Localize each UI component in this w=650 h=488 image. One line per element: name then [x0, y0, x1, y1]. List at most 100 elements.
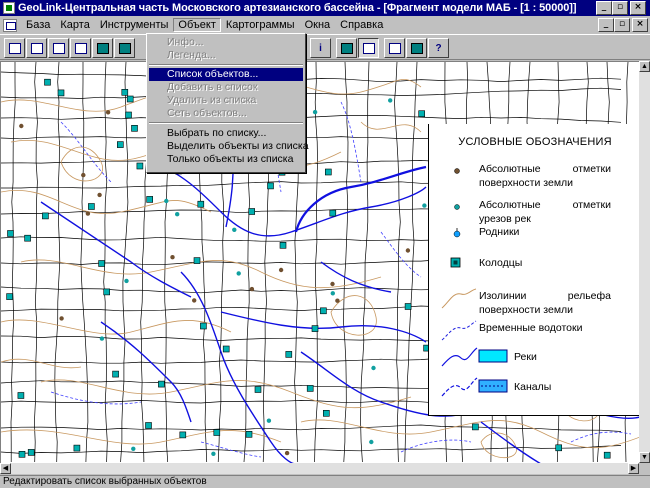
- elevation-point: [211, 451, 216, 456]
- scroll-corner: [639, 463, 650, 474]
- profile-tool-button[interactable]: [114, 38, 135, 58]
- printer-icon: [388, 42, 401, 54]
- map-canvas[interactable]: УСЛОВНЫЕ ОБОЗНАЧЕНИЯ Абсолютные отметки …: [0, 61, 639, 463]
- grid-line: [314, 62, 318, 463]
- grid-line: [404, 62, 418, 463]
- menu-base[interactable]: База: [21, 18, 55, 32]
- info-button[interactable]: i: [310, 38, 331, 58]
- legend-label-canals: Каналы: [514, 381, 552, 393]
- menu-item-only-list-objects[interactable]: Только объекты из списка: [149, 153, 303, 166]
- document-controls: _ ▫ ×: [598, 18, 648, 32]
- legend-label-contours: Изолинии рельефа поверхности земли: [479, 290, 611, 316]
- elevation-point: [232, 227, 237, 232]
- menu-cartograms[interactable]: Картограммы: [221, 18, 300, 32]
- scroll-left-button[interactable]: ◀: [0, 463, 11, 474]
- app-icon: [3, 2, 15, 14]
- well-marker: [285, 351, 293, 358]
- legend-label-springs: Родники: [479, 226, 520, 238]
- close-button[interactable]: ×: [630, 1, 646, 15]
- doc-close-button[interactable]: ×: [632, 18, 648, 32]
- elevation-point: [422, 203, 427, 208]
- select-button[interactable]: [336, 38, 357, 58]
- legend-label-rivers: Реки: [514, 351, 537, 363]
- menu-item-add-to-list: Добавить в список: [167, 81, 258, 93]
- object-menu-dropdown: Инфо... Легенда... Список объектов... До…: [146, 33, 309, 173]
- menu-item-object-list[interactable]: Список объектов...: [149, 68, 303, 81]
- scroll-up-button[interactable]: ▲: [639, 61, 650, 72]
- elevation-point: [97, 192, 102, 198]
- layers-icon: [30, 42, 43, 54]
- well-marker: [7, 230, 14, 237]
- scroll-right-button[interactable]: ▶: [628, 463, 639, 474]
- contour-line-icon: [441, 288, 477, 309]
- well-marker: [418, 110, 426, 118]
- menu-item-remove-from-list: Удалить из списка: [167, 94, 257, 106]
- well-marker: [329, 209, 337, 217]
- elevation-point: [81, 172, 86, 178]
- open-map-button[interactable]: [4, 38, 25, 58]
- minimize-button[interactable]: _: [596, 1, 612, 15]
- grid-line: [10, 62, 16, 462]
- well-marker: [145, 422, 152, 429]
- status-bar: Редактировать список выбранных объектов: [0, 475, 650, 488]
- menu-map[interactable]: Карта: [55, 18, 94, 32]
- grid-line: [394, 62, 401, 463]
- document-icon[interactable]: [3, 18, 17, 32]
- chart-tool-button[interactable]: [92, 38, 113, 58]
- menu-object[interactable]: Объект: [173, 18, 221, 32]
- toolbar: i ?: [0, 34, 650, 60]
- well-marker: [555, 444, 563, 452]
- legend-panel: УСЛОВНЫЕ ОБОЗНАЧЕНИЯ Абсолютные отметки …: [428, 124, 639, 416]
- legend-label-surface-marks: Абсолютные отметки поверхности земли: [479, 163, 611, 189]
- menu-tools[interactable]: Инструменты: [95, 18, 174, 32]
- horizontal-scrollbar[interactable]: ◀ ▶: [0, 463, 639, 474]
- menu-item-legend: Легенда...: [167, 49, 216, 61]
- layers-button[interactable]: [26, 38, 47, 58]
- well-marker: [112, 370, 119, 378]
- grid-line: [80, 62, 89, 463]
- grid-line: [1, 445, 622, 454]
- menu-separator: [149, 122, 303, 124]
- elevation-point: [388, 98, 393, 103]
- elevation-point: [99, 336, 105, 341]
- window-controls: _ ▫ ×: [596, 1, 646, 15]
- well-marker: [88, 203, 95, 210]
- elevation-point: [312, 109, 318, 115]
- well-marker: [121, 88, 129, 96]
- legend-label-wells: Колодцы: [479, 257, 523, 269]
- help-button[interactable]: ?: [428, 38, 449, 58]
- menu-item-select-by-list[interactable]: Выбрать по списку...: [149, 127, 303, 140]
- well-marker: [18, 450, 26, 458]
- scroll-down-button[interactable]: ▼: [639, 452, 650, 463]
- map-icon: [8, 42, 21, 54]
- elevation-point: [131, 446, 136, 451]
- vertical-scrollbar[interactable]: ▲ ▼: [639, 61, 650, 463]
- well-marker: [267, 182, 274, 190]
- menu-bar: База Карта Инструменты Объект Картограмм…: [0, 16, 650, 34]
- print-button[interactable]: [384, 38, 405, 58]
- well-marker: [200, 322, 207, 330]
- report-button[interactable]: [406, 38, 427, 58]
- elevation-point: [284, 450, 290, 456]
- legend-label-temporary-streams: Временные водотоки: [479, 322, 583, 334]
- title-bar: GeoLink-Центральная часть Московского ар…: [0, 0, 650, 16]
- doc-minimize-button[interactable]: _: [598, 18, 614, 32]
- edit-layer-button[interactable]: [70, 38, 91, 58]
- list-button[interactable]: [358, 38, 379, 58]
- app-window: GeoLink-Центральная часть Московского ар…: [0, 0, 650, 488]
- dashed-stream-icon: [441, 320, 477, 341]
- well-marker: [6, 293, 13, 300]
- well-square-icon: [450, 257, 461, 268]
- menu-windows[interactable]: Окна: [300, 18, 336, 32]
- menu-help[interactable]: Справка: [335, 18, 388, 32]
- copy-layer-button[interactable]: [48, 38, 69, 58]
- well-marker: [197, 200, 205, 208]
- legend-label-river-marks: Абсолютные отметки урезов рек: [479, 199, 611, 225]
- well-marker: [24, 234, 31, 242]
- elevation-point: [59, 316, 64, 321]
- well-marker: [248, 208, 255, 215]
- maximize-button[interactable]: ▫: [612, 1, 628, 15]
- spring-icon: [453, 228, 461, 238]
- menu-item-highlight-from-list[interactable]: Выделить объекты из списка: [149, 140, 309, 153]
- doc-restore-button[interactable]: ▫: [614, 18, 630, 32]
